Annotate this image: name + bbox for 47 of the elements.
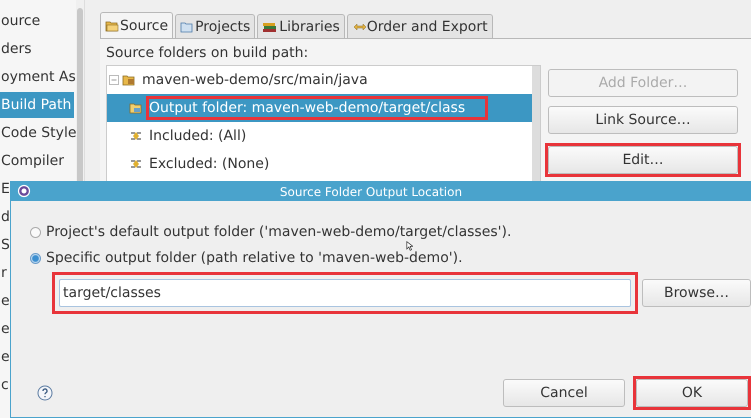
tab[interactable]: Order and Export	[346, 14, 493, 38]
tree-row[interactable]: maven-web-demo/src/main/java	[107, 66, 532, 94]
browse-button[interactable]: Browse…	[642, 279, 751, 307]
tree-item-label: Included: (All)	[149, 127, 248, 145]
sidebar-item[interactable]: r	[0, 259, 7, 287]
radio-button[interactable]	[30, 252, 41, 264]
sidebar-item[interactable]: ource	[0, 7, 40, 35]
sidebar-item[interactable]: e	[0, 343, 10, 371]
sidebar-item[interactable]: d	[0, 203, 10, 231]
tree-item-label: Output folder: maven-web-demo/target/class	[149, 99, 466, 117]
folder-icon	[129, 102, 143, 114]
folder-icon	[180, 20, 194, 32]
tab[interactable]: Source	[100, 12, 174, 38]
sidebar-item[interactable]: E	[0, 175, 10, 203]
dialog-button[interactable]: OK	[636, 379, 748, 407]
tab[interactable]: Projects	[175, 14, 256, 38]
filter-icon	[129, 130, 143, 142]
radio-option[interactable]: Specific output folder (path relative to 'maven-web-demo').	[30, 245, 751, 271]
app-icon	[17, 184, 31, 198]
radio-button[interactable]	[30, 226, 41, 238]
sidebar-item[interactable]: ders	[0, 35, 32, 63]
sidebar-item[interactable]: oyment As	[0, 63, 76, 91]
folder-icon	[105, 20, 119, 32]
tab[interactable]: Libraries	[257, 14, 345, 38]
tree-row[interactable]: Included: (All)	[107, 122, 532, 150]
sidebar-item[interactable]: c	[0, 371, 9, 399]
tree-row[interactable]: Excluded: (None)	[107, 150, 532, 178]
filter-icon	[129, 158, 143, 170]
dialog-title: Source Folder Output Location	[280, 184, 462, 198]
sidebar-item[interactable]: Code Style	[0, 119, 76, 147]
tree-item-label: maven-web-demo/src/main/java	[142, 71, 369, 89]
sidebar-item[interactable]: e	[0, 287, 10, 315]
help-icon	[37, 385, 53, 401]
dialog-button[interactable]: Cancel	[503, 379, 625, 407]
action-button[interactable]: Edit…	[548, 146, 738, 174]
collapse-icon[interactable]	[109, 75, 119, 85]
path-field[interactable]: target/classes	[59, 279, 631, 307]
folder-icon	[122, 74, 136, 86]
cursor-icon	[406, 241, 413, 251]
sidebar-item[interactable]: Compiler	[0, 147, 64, 175]
tree-item-label: Excluded: (None)	[149, 155, 270, 173]
radio-option[interactable]: Project's default output folder ('maven-web-demo/target/classes').	[30, 219, 751, 245]
sidebar-item[interactable]: S	[0, 231, 10, 259]
books-icon	[262, 20, 278, 32]
section-label: Source folders on build path:	[106, 45, 310, 61]
action-button[interactable]: Link Source…	[548, 106, 738, 134]
sidebar-item[interactable]: e	[0, 315, 10, 343]
